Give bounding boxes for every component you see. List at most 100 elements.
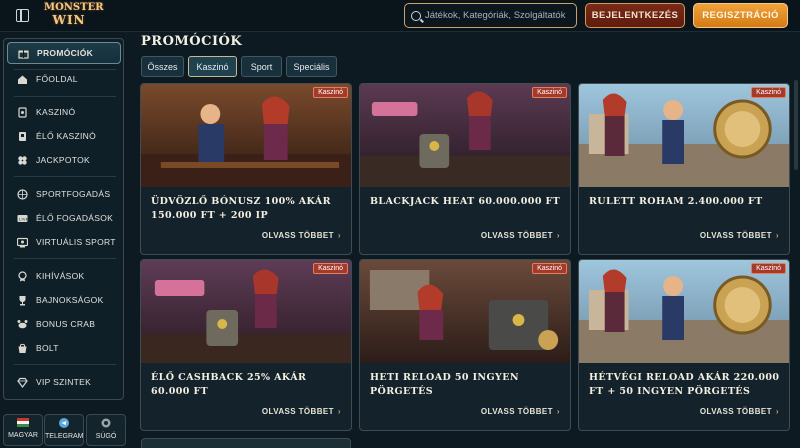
promo-card[interactable]: Kaszinó Élő cashback 25% akár 60.000 Ft … (140, 259, 352, 431)
help-button[interactable]: SÚGÓ (86, 414, 126, 446)
crab-icon (17, 319, 28, 330)
login-button[interactable]: BEJELENTKEZÉS (585, 3, 685, 28)
read-more-link[interactable]: OLVASS TÖBBET › (700, 231, 779, 240)
logo[interactable]: MONSTER WIN (44, 2, 104, 30)
sidebar-item-home[interactable]: FŐOLDAL (7, 68, 121, 90)
sidebar-item-promotions[interactable]: PROMÓCIÓK (7, 42, 121, 64)
telegram-icon (45, 418, 83, 431)
promo-title: Blackjack heat 60.000.000 Ft (370, 196, 561, 207)
read-more-label: OLVASS TÖBBET (261, 231, 334, 240)
sidebar-item-virtual-sport[interactable]: VIRTUÁLIS SPORT (7, 231, 121, 253)
sidebar-item-label: BONUS CRAB (36, 319, 96, 329)
language-label: MAGYAR (8, 432, 38, 439)
search-box[interactable] (404, 3, 577, 28)
logo-line-2: WIN (52, 13, 86, 27)
sidebar-item-sportsbook[interactable]: SPORTFOGADÁS (7, 183, 121, 205)
flag-hu-icon (4, 418, 42, 430)
sidebar-toggle-icon[interactable] (16, 9, 29, 22)
promo-title: Élő cashback 25% akár 60.000 Ft (151, 372, 307, 397)
sidebar-item-live-casino[interactable]: ÉLŐ KASZINÓ (7, 125, 121, 147)
read-more-link[interactable]: OLVASS TÖBBET › (481, 407, 560, 416)
sidebar-divider (14, 258, 116, 259)
diamond-icon (17, 377, 28, 388)
telegram-label: TELEGRAM (45, 433, 84, 440)
promo-card-image (579, 84, 789, 187)
tab-casino[interactable]: Kaszinó (188, 56, 237, 77)
promo-card-peek (141, 438, 351, 448)
category-badge: Kaszinó (313, 87, 348, 98)
chevron-right-icon: › (337, 231, 341, 240)
sidebar-item-label: SPORTFOGADÁS (36, 189, 111, 199)
sidebar-item-label: PROMÓCIÓK (37, 48, 94, 58)
promo-card[interactable]: Kaszinó Hétvégi reload akár 220.000 Ft +… (578, 259, 790, 431)
live-tv-icon: LIVE (17, 213, 28, 224)
sidebar-item-shop[interactable]: BOLT (7, 337, 121, 359)
category-badge: Kaszinó (532, 87, 567, 98)
sidebar-item-challenges[interactable]: KIHÍVÁSOK (7, 265, 121, 287)
home-icon (17, 74, 28, 85)
chevron-right-icon: › (775, 231, 779, 240)
help-label: SÚGÓ (95, 433, 117, 440)
page-scrollbar[interactable] (794, 80, 798, 170)
category-badge: Kaszinó (532, 263, 567, 274)
sidebar-divider (14, 364, 116, 365)
promo-card-image (360, 260, 570, 363)
tab-special[interactable]: Speciális (286, 56, 337, 77)
sidebar-divider (14, 96, 116, 97)
promo-card[interactable]: Kaszinó Heti reload 50 ingyen pörgetés O… (359, 259, 571, 431)
chevron-right-icon: › (775, 407, 779, 416)
tab-sport[interactable]: Sport (241, 56, 282, 77)
sidebar-item-label: VIRTUÁLIS SPORT (36, 237, 116, 247)
sidebar-item-tournaments[interactable]: BAJNOKSÁGOK (7, 289, 121, 311)
sidebar-item-label: ÉLŐ KASZINÓ (36, 131, 96, 141)
category-badge: Kaszinó (751, 87, 786, 98)
promo-title: Heti reload 50 ingyen pörgetés (370, 372, 519, 397)
sidebar-item-jackpots[interactable]: JACKPOTOK (7, 149, 121, 171)
search-input[interactable] (425, 10, 575, 21)
sidebar-item-casino[interactable]: KASZINÓ (7, 101, 121, 123)
sidebar-item-live-betting[interactable]: LIVE ÉLŐ FOGADÁSOK (7, 207, 121, 229)
read-more-link[interactable]: OLVASS TÖBBET › (481, 231, 560, 240)
promo-title: Üdvözlő bónusz 100% akár 150.000 Ft + 20… (151, 196, 331, 221)
read-more-label: OLVASS TÖBBET (480, 231, 553, 240)
chevron-right-icon: › (337, 407, 341, 416)
search-icon (411, 10, 421, 21)
register-button[interactable]: REGISZTRÁCIÓ (693, 3, 788, 28)
read-more-link[interactable]: OLVASS TÖBBET › (700, 407, 779, 416)
promo-card-image (141, 84, 351, 187)
category-badge: Kaszinó (313, 263, 348, 274)
language-button[interactable]: MAGYAR (3, 414, 43, 446)
logo-line-1: MONSTER (44, 2, 104, 13)
promo-card-image (360, 84, 570, 187)
tab-all[interactable]: Összes (141, 56, 184, 77)
virtual-sport-icon (17, 237, 28, 248)
telegram-button[interactable]: TELEGRAM (44, 414, 84, 446)
chevron-right-icon: › (556, 407, 560, 416)
promo-card-image (141, 260, 351, 363)
promo-card[interactable]: Kaszinó Blackjack heat 60.000.000 Ft OLV… (359, 83, 571, 255)
sidebar-item-label: VIP SZINTEK (36, 377, 92, 387)
promo-card[interactable]: Kaszinó Üdvözlő bónusz 100% akár 150.000… (140, 83, 352, 255)
clover-icon (17, 155, 28, 166)
category-badge: Kaszinó (751, 263, 786, 274)
sidebar: PROMÓCIÓK FŐOLDAL KASZINÓ ÉLŐ KASZINÓ JA… (3, 38, 124, 400)
sidebar-item-label: FŐOLDAL (36, 74, 78, 84)
promo-card-image (579, 260, 789, 363)
read-more-link[interactable]: OLVASS TÖBBET › (262, 231, 341, 240)
sidebar-item-bonus-crab[interactable]: BONUS CRAB (7, 313, 121, 335)
read-more-link[interactable]: OLVASS TÖBBET › (262, 407, 341, 416)
promo-card[interactable]: Kaszinó Rulett roham 2.400.000 Ft OLVASS… (578, 83, 790, 255)
sidebar-item-vip-levels[interactable]: VIP SZINTEK (7, 371, 121, 393)
read-more-label: OLVASS TÖBBET (699, 407, 772, 416)
shop-icon (17, 343, 28, 354)
medal-icon (17, 270, 28, 282)
read-more-label: OLVASS TÖBBET (480, 407, 553, 416)
sidebar-divider (14, 176, 116, 177)
read-more-label: OLVASS TÖBBET (261, 407, 334, 416)
sidebar-item-label: KASZINÓ (36, 107, 76, 117)
svg-text:LIVE: LIVE (19, 216, 28, 221)
cards-icon (17, 106, 28, 118)
sidebar-item-label: ÉLŐ FOGADÁSOK (36, 213, 114, 223)
read-more-label: OLVASS TÖBBET (699, 231, 772, 240)
sidebar-item-label: KIHÍVÁSOK (36, 271, 85, 281)
